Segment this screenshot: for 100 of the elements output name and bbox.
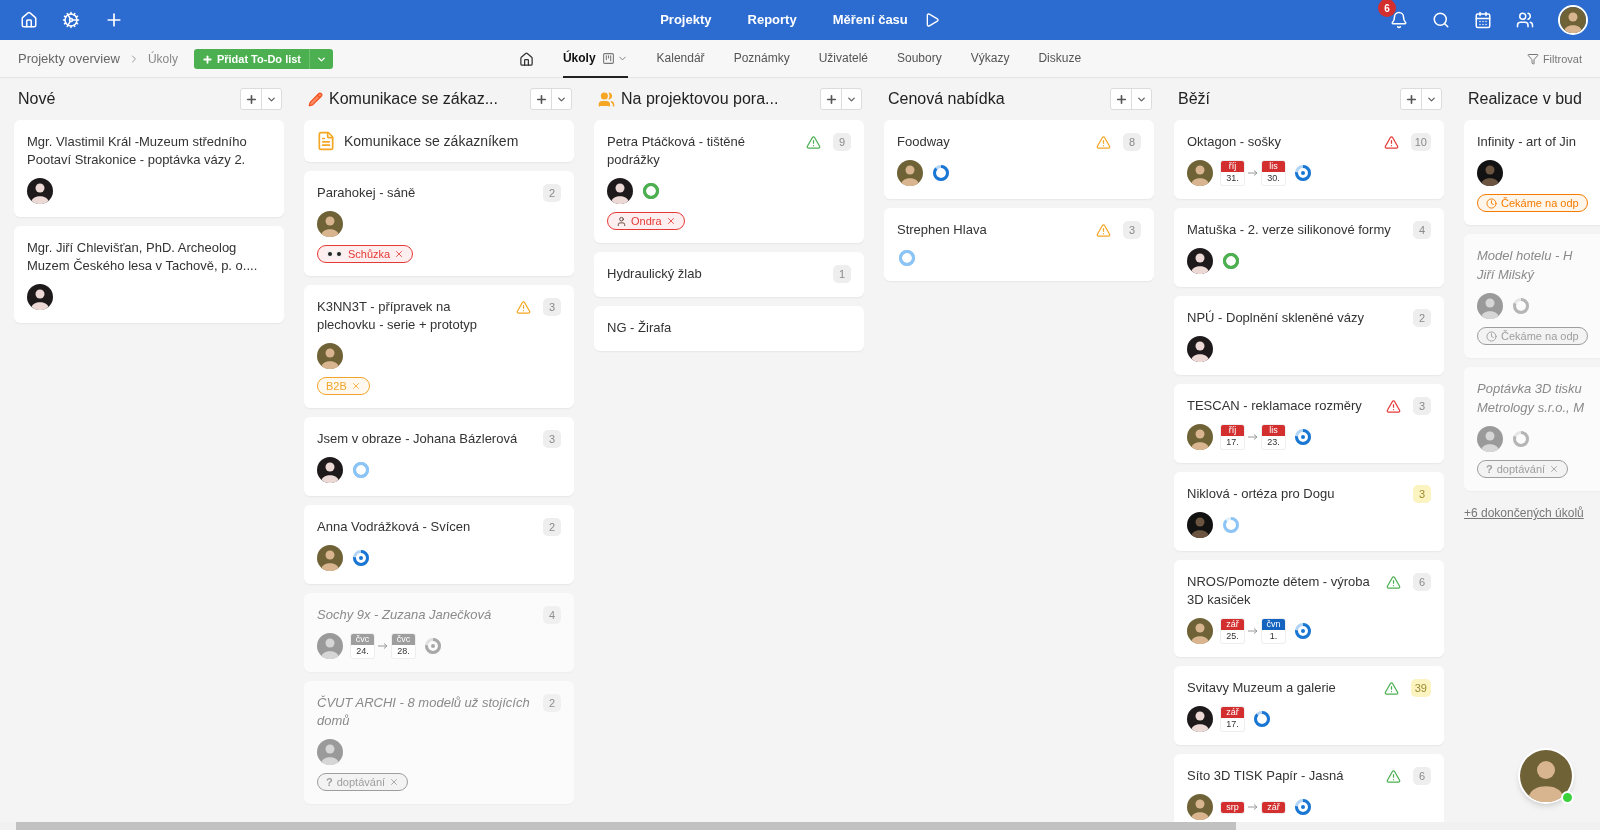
date-chip: čvc 28. <box>392 634 415 658</box>
filter-button[interactable]: Filtrovat <box>1526 50 1582 68</box>
column-title[interactable]: Cenová nabídka <box>888 87 1005 111</box>
tab[interactable]: Uživatelé <box>818 40 868 78</box>
tag[interactable]: Schůzka <box>317 245 414 263</box>
subtask-count: 3 <box>1123 221 1141 239</box>
date-chip: čvn 1. <box>1262 619 1285 643</box>
task-card[interactable]: Svitavy Muzeum a galerie 39 zář 17. <box>1174 666 1444 745</box>
arrow-icon <box>1248 628 1258 634</box>
task-card[interactable]: Model hotelu - H Jiří Milský Čekáme na odp <box>1464 234 1600 358</box>
subtask-count: 4 <box>543 606 561 624</box>
tag-label: Čekáme na odp <box>1501 195 1579 211</box>
task-title: Sochy 9x - Zuzana Janečková <box>317 606 493 624</box>
arrow-icon <box>1248 434 1258 440</box>
task-card[interactable]: Strephen Hlava 3 <box>884 208 1154 281</box>
arrow-icon <box>1248 804 1258 810</box>
date-chip: říj 31. <box>1221 161 1244 185</box>
task-title: Matuška - 2. verze silikonové formy <box>1187 221 1392 239</box>
tag-label: doptávání <box>336 774 386 790</box>
nav-link[interactable]: Projekty <box>660 10 712 30</box>
task-card[interactable]: Niklová - ortéza pro Dogu 3 <box>1174 472 1444 551</box>
calendar-icon[interactable] <box>1474 11 1492 29</box>
task-title: Jiří Milský <box>1477 266 1536 284</box>
remove-icon[interactable] <box>665 216 676 226</box>
remove-icon[interactable] <box>394 249 405 259</box>
users-icon[interactable] <box>1516 11 1534 29</box>
home-icon[interactable] <box>20 11 38 29</box>
column-title[interactable]: Běží <box>1178 87 1210 111</box>
nav-link[interactable]: Reporty <box>747 10 797 30</box>
plus-icon <box>1114 92 1128 106</box>
column-title[interactable]: Na projektovou pora... <box>621 87 779 111</box>
date-chip: srp <box>1221 801 1244 813</box>
plus-icon <box>1404 92 1418 106</box>
eyes-icon <box>326 250 344 258</box>
task-card[interactable]: Mgr. Vlastimil Král -Muzeum středního Pootaví Strakonice - poptávka vázy 2. <box>14 120 284 217</box>
date-chip: lis 23. <box>1262 425 1285 449</box>
subtask-count: 6 <box>1413 767 1431 785</box>
plus-icon <box>201 53 213 65</box>
task-title: Infinity - art of Jin <box>1477 133 1577 151</box>
chat-button[interactable] <box>1518 748 1574 804</box>
task-title: Oktagon - sošky <box>1187 133 1282 151</box>
task-card[interactable]: Anna Vodrážková - Svícen 2 <box>304 505 574 584</box>
task-card[interactable]: Sochy 9x - Zuzana Janečková 4 čvc 24. čvc 28. <box>304 593 574 672</box>
date-chip: zář 17. <box>1221 707 1244 731</box>
task-title: Metrology s.r.o., M <box>1477 399 1586 417</box>
task-card[interactable]: NG - Žirafa <box>594 306 864 351</box>
task-card[interactable]: NROS/Pomozte dětem - výroba 3D kasiček 6 zář 25. čvn 1. <box>1174 560 1444 657</box>
task-title: Síto 3D TISK Papír - Jasná <box>1187 767 1345 785</box>
task-card[interactable]: Infinity - art of Jin Čekáme na odp <box>1464 120 1600 225</box>
task-title: Model hotelu - H <box>1477 247 1574 265</box>
task-title: Petra Ptáčková - tištěné podrážky <box>607 133 746 169</box>
column-title[interactable]: Nové <box>18 87 56 111</box>
task-card[interactable]: Hydraulický žlab 1 <box>594 252 864 297</box>
column-title[interactable]: Komunikace se zákaz... <box>329 87 498 111</box>
subtask-count: 3 <box>1413 485 1431 503</box>
breadcrumb-current: Úkoly <box>147 50 178 68</box>
task-card[interactable]: Mgr. Jiří Chlevišťan, PhD. Archeolog Muzem Českého lesa v Tachově, p. o.... <box>14 226 284 323</box>
tab[interactable]: Poznámky <box>733 40 790 78</box>
tab[interactable]: Diskuze <box>1038 40 1082 78</box>
column-title[interactable]: Realizace v bud <box>1468 87 1582 111</box>
task-card[interactable]: Foodway 8 <box>884 120 1154 199</box>
task-card[interactable]: Síto 3D TISK Papír - Jasná 6 srp zář <box>1174 754 1444 822</box>
plus-icon <box>824 92 838 106</box>
nav-link[interactable]: Měření času <box>832 10 908 30</box>
task-card[interactable]: Matuška - 2. verze silikonové formy 4 <box>1174 208 1444 287</box>
bell-icon[interactable] <box>1390 11 1408 29</box>
tab[interactable]: Soubory <box>897 40 942 78</box>
subtask-count: 2 <box>543 694 561 712</box>
task-title: Foodway <box>897 133 951 151</box>
task-card[interactable]: Petra Ptáčková - tištěné podrážky 9 Ondra <box>594 120 864 243</box>
task-title: K3NN3T - přípravek na plechovku - serie + prototyp <box>317 298 479 334</box>
completed-tasks-link[interactable]: +6 dokončených úkolů <box>1464 500 1600 522</box>
subtask-count: 1 <box>833 265 851 283</box>
task-title: Svitavy Muzeum a galerie <box>1187 679 1337 697</box>
settings-icon[interactable] <box>62 11 80 29</box>
task-title: Strephen Hlava <box>897 221 988 239</box>
task-title: Poptávka 3D tisku <box>1477 380 1583 398</box>
avatar <box>1520 750 1572 802</box>
task-title: ČVUT ARCHI - 8 modelů už stojících domů <box>317 694 531 730</box>
task-title: Niklová - ortéza pro Dogu <box>1187 485 1336 503</box>
search-icon[interactable] <box>1432 11 1450 29</box>
subtask-count: 3 <box>1413 397 1431 415</box>
tab[interactable]: Kalendář <box>656 40 705 78</box>
task-card[interactable]: TESCAN - reklamace rozměry 3 říj 17. lis 23. <box>1174 384 1444 463</box>
breadcrumb-link[interactable]: Projekty overview <box>18 49 120 69</box>
task-card[interactable]: Parahokej - sáně 2 Schůzka <box>304 171 574 276</box>
subtask-count: 3 <box>543 430 561 448</box>
tab[interactable]: Výkazy <box>970 40 1010 78</box>
task-card[interactable]: Jsem v obraze - Johana Bázlerová 3 <box>304 417 574 496</box>
subtask-count: 2 <box>1413 309 1431 327</box>
arrow-icon <box>1248 170 1258 176</box>
tab[interactable]: Úkoly <box>562 40 628 78</box>
task-title: Anna Vodrážková - Svícen <box>317 518 472 536</box>
list-title: Komunikace se zákazníkem <box>344 131 519 151</box>
task-title: Mgr. Jiří Chlevišťan, PhD. Archeolog Muzem Českého lesa v Tachově, p. o.... <box>27 239 259 275</box>
people-icon <box>598 90 615 108</box>
tag[interactable]: Ondra <box>607 212 685 230</box>
task-card[interactable]: NPÚ - Doplnění skleněné vázy 2 <box>1174 296 1444 375</box>
task-card[interactable]: Oktagon - sošky 10 říj 31. lis 30. <box>1174 120 1444 199</box>
subtask-count: 4 <box>1413 221 1431 239</box>
